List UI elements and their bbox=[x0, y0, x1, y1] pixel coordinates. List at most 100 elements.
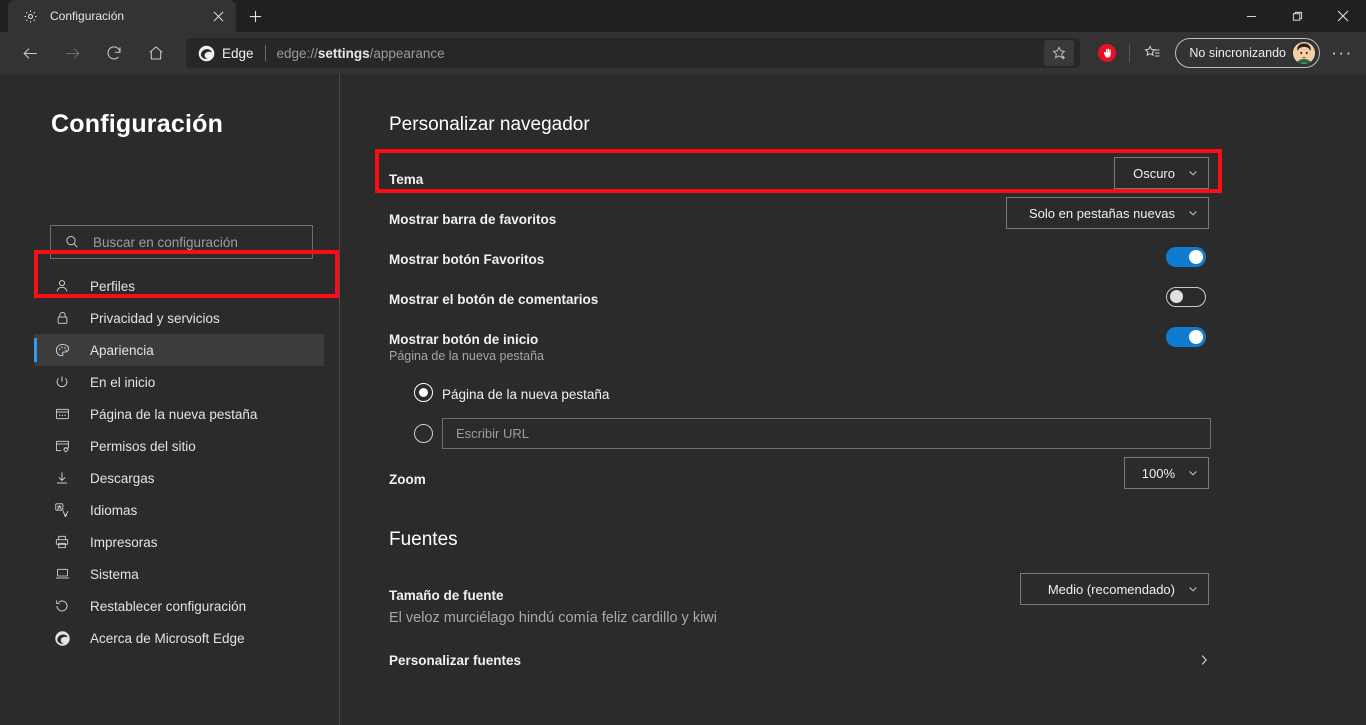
sidebar-item-idiomas[interactable]: Idiomas bbox=[34, 494, 324, 526]
row-mostrar-boton-comentarios: Mostrar el botón de comentarios bbox=[389, 286, 1211, 312]
theme-dropdown[interactable]: Oscuro bbox=[1114, 157, 1209, 189]
sidebar-item-permisos-del-sitio[interactable]: Permisos del sitio bbox=[34, 430, 324, 462]
title-bar: Configuración bbox=[0, 0, 1366, 32]
red-stop-hand-icon[interactable] bbox=[1090, 37, 1124, 69]
reset-circular-arrow-icon bbox=[52, 598, 72, 614]
row-label: Mostrar botón Favoritos bbox=[389, 251, 545, 267]
url-prefix: edge:// bbox=[276, 45, 318, 61]
sidebar-item-sistema[interactable]: Sistema bbox=[34, 558, 324, 590]
row-label: Zoom bbox=[389, 471, 426, 487]
font-size-dropdown-value: Medio (recomendado) bbox=[1047, 581, 1175, 597]
url-text: edge://settings/appearance bbox=[277, 46, 445, 61]
sidebar-item-label: Descargas bbox=[90, 470, 155, 486]
window-controls bbox=[1228, 0, 1366, 32]
edge-logo-icon bbox=[52, 630, 72, 647]
favorites-button-toggle[interactable] bbox=[1166, 247, 1206, 267]
sidebar-nav-list: Perfiles Privacidad y servicios Aparienc… bbox=[34, 270, 324, 654]
row-mostrar-boton-favoritos: Mostrar botón Favoritos bbox=[389, 246, 1211, 272]
sidebar-item-perfiles[interactable]: Perfiles bbox=[34, 270, 324, 302]
tab-title: Configuración bbox=[50, 9, 125, 23]
address-bar[interactable]: Edge edge://settings/appearance bbox=[186, 38, 1081, 68]
forward-icon[interactable] bbox=[56, 37, 88, 69]
chevron-down-icon bbox=[1187, 167, 1199, 179]
font-sample-text: El veloz murciélago hindú comía feliz ca… bbox=[389, 610, 717, 626]
settings-sidebar: Configuración Buscar en configuración Pe… bbox=[0, 74, 340, 725]
toggle-knob bbox=[1189, 330, 1203, 344]
languages-icon bbox=[52, 502, 72, 519]
radio-custom-url[interactable] bbox=[414, 424, 433, 443]
printer-icon bbox=[52, 534, 72, 550]
sidebar-item-acerca-de-microsoft-edge[interactable]: Acerca de Microsoft Edge bbox=[34, 622, 324, 654]
close-window-icon[interactable] bbox=[1320, 0, 1366, 32]
url-bold-segment: settings bbox=[317, 45, 370, 61]
palette-icon bbox=[52, 342, 72, 359]
toggle-knob bbox=[1189, 250, 1203, 264]
row-label: Personalizar fuentes bbox=[389, 652, 522, 668]
radio-newtab-page[interactable] bbox=[414, 383, 433, 402]
sidebar-item-label: Permisos del sitio bbox=[90, 438, 196, 454]
chevron-down-icon bbox=[1187, 583, 1199, 595]
row-personalizar-fuentes[interactable]: Personalizar fuentes bbox=[389, 647, 1211, 673]
browser-toolbar: Edge edge://settings/appearance No sincr… bbox=[0, 32, 1366, 74]
zoom-dropdown[interactable]: 100% bbox=[1124, 457, 1209, 489]
page-title: Configuración bbox=[51, 110, 224, 138]
chevron-down-icon bbox=[1187, 207, 1199, 219]
row-radio-newtab-label: Página de la nueva pestaña bbox=[442, 385, 1264, 403]
row-label: Mostrar el botón de comentarios bbox=[389, 291, 599, 307]
sidebar-item-privacidad-y-servicios[interactable]: Privacidad y servicios bbox=[34, 302, 324, 334]
sidebar-item-descargas[interactable]: Descargas bbox=[34, 462, 324, 494]
sidebar-item-label: Restablecer configuración bbox=[90, 598, 247, 614]
sidebar-item-label: Perfiles bbox=[90, 278, 136, 294]
search-input[interactable]: Buscar en configuración bbox=[50, 225, 313, 259]
home-url-input[interactable]: Escribir URL bbox=[442, 418, 1211, 449]
row-zoom: Zoom bbox=[389, 466, 1211, 492]
minimize-icon[interactable] bbox=[1228, 0, 1274, 32]
row-label: Mostrar botón de inicio bbox=[389, 331, 539, 347]
reload-icon[interactable] bbox=[98, 37, 130, 69]
sync-status-button[interactable]: No sincronizando bbox=[1175, 38, 1320, 68]
favorites-bar-dropdown-value: Solo en pestañas nuevas bbox=[1029, 205, 1175, 221]
sidebar-item-label: Apariencia bbox=[90, 342, 154, 358]
sidebar-item-pagina-de-la-nueva-pestana[interactable]: Página de la nueva pestaña bbox=[34, 398, 324, 430]
sidebar-item-label: En el inicio bbox=[90, 374, 156, 390]
lock-icon bbox=[52, 310, 72, 326]
edge-logo-icon bbox=[198, 45, 215, 62]
back-icon[interactable] bbox=[14, 37, 46, 69]
row-label: Mostrar barra de favoritos bbox=[389, 211, 557, 227]
sidebar-item-restablecer-configuracion[interactable]: Restablecer configuración bbox=[34, 590, 324, 622]
chevron-down-icon bbox=[1187, 467, 1199, 479]
star-add-icon[interactable] bbox=[1044, 40, 1075, 66]
url-suffix: /appearance bbox=[369, 45, 445, 61]
collections-icon[interactable] bbox=[1135, 37, 1169, 69]
sidebar-item-apariencia[interactable]: Apariencia bbox=[34, 334, 324, 366]
home-button-toggle[interactable] bbox=[1166, 327, 1206, 347]
close-tab-icon[interactable] bbox=[206, 4, 230, 28]
more-options-icon[interactable]: ··· bbox=[1324, 37, 1360, 69]
sidebar-item-label: Página de la nueva pestaña bbox=[90, 406, 258, 422]
theme-dropdown-value: Oscuro bbox=[1133, 165, 1175, 181]
laptop-icon bbox=[52, 566, 72, 582]
toggle-knob bbox=[1170, 290, 1183, 303]
newtab-page-icon bbox=[52, 406, 72, 422]
address-bar-actions bbox=[1044, 40, 1075, 66]
browser-tab-configuracion[interactable]: Configuración bbox=[8, 0, 236, 32]
font-size-dropdown[interactable]: Medio (recomendado) bbox=[1020, 573, 1209, 605]
sidebar-item-impresoras[interactable]: Impresoras bbox=[34, 526, 324, 558]
row-label: Tamaño de fuente bbox=[389, 587, 504, 603]
more-glyph: ··· bbox=[1331, 43, 1353, 62]
row-sublabel: Página de la nueva pestaña bbox=[389, 349, 544, 363]
home-icon[interactable] bbox=[140, 37, 172, 69]
gear-icon bbox=[22, 8, 38, 24]
row-tema: Tema bbox=[389, 166, 1211, 192]
sidebar-item-en-el-inicio[interactable]: En el inicio bbox=[34, 366, 324, 398]
feedback-button-toggle[interactable] bbox=[1166, 287, 1206, 307]
new-tab-icon[interactable] bbox=[240, 1, 270, 31]
avatar[interactable] bbox=[1293, 42, 1315, 64]
sidebar-item-label: Idiomas bbox=[90, 502, 138, 518]
maximize-icon[interactable] bbox=[1274, 0, 1320, 32]
favorites-bar-dropdown[interactable]: Solo en pestañas nuevas bbox=[1006, 197, 1209, 229]
home-url-placeholder: Escribir URL bbox=[456, 426, 529, 441]
radio-dot bbox=[419, 388, 428, 397]
chevron-right-icon bbox=[1197, 653, 1211, 667]
settings-page: Configuración Buscar en configuración Pe… bbox=[0, 74, 1366, 725]
